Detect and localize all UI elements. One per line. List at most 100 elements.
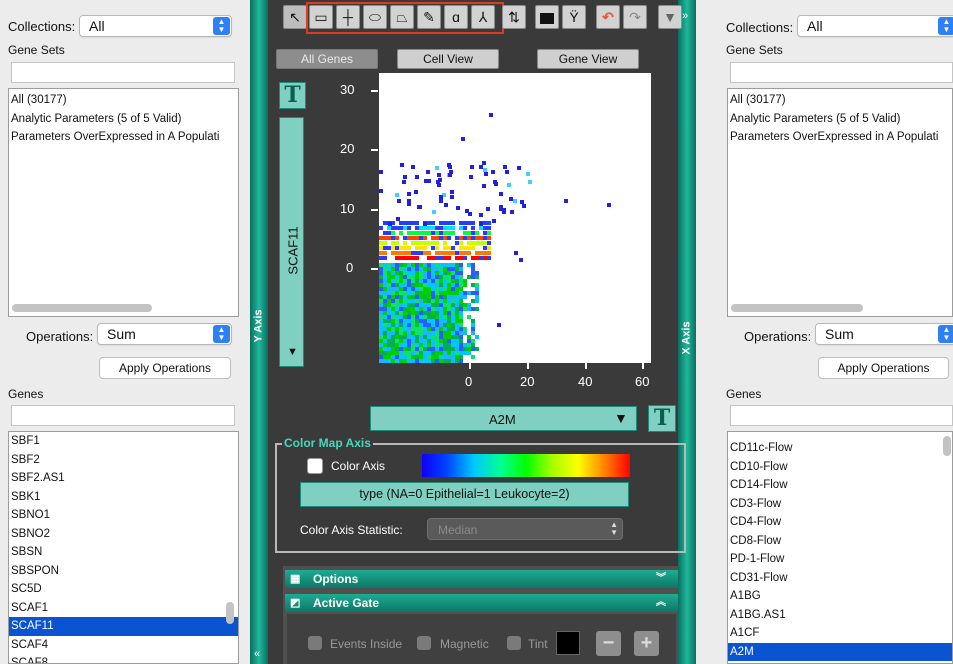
operations-select[interactable]: Sum ▲ ▼ (97, 323, 232, 345)
gene-list-item[interactable]: CD31-Flow (728, 569, 952, 588)
y-parameter-select[interactable]: SCAF11 ▼ (279, 117, 304, 367)
plot-cell (431, 331, 435, 335)
gene-sets-filter-input[interactable] (11, 62, 235, 83)
gene-list-item[interactable]: SBK1 (9, 488, 238, 507)
color-axis-checkbox[interactable] (307, 458, 323, 474)
apply-operations-button[interactable]: Apply Operations (818, 357, 949, 379)
x-parameter-select[interactable]: A2M ▼ (370, 406, 637, 431)
collapse-left-icon[interactable]: « (254, 648, 260, 660)
operations-select[interactable]: Sum ▲ ▼ (815, 323, 953, 345)
gene-list-item[interactable]: A2M (728, 642, 952, 661)
gene-list-item[interactable]: SCAF1 (9, 599, 238, 618)
gene-list-item[interactable]: CD10-Flow (728, 458, 952, 477)
gene-sets-filter-input[interactable] (730, 62, 953, 83)
active-gate-section-header[interactable]: ◩ Active Gate ︽ (285, 594, 678, 612)
gene-list-item[interactable]: SBSPON (9, 562, 238, 581)
genes-filter-input[interactable] (11, 405, 235, 426)
tint-checkbox[interactable] (507, 636, 521, 650)
black-rect-icon[interactable] (535, 5, 559, 29)
gene-list-item[interactable]: SCAF8 (9, 654, 238, 663)
sort-icon[interactable]: ⇅ (502, 5, 526, 29)
plot-cell (403, 347, 407, 351)
gene-list-item[interactable]: SBF1 (9, 432, 238, 451)
events-inside-checkbox[interactable] (308, 636, 322, 650)
apply-operations-button[interactable]: Apply Operations (99, 357, 231, 379)
options-section-header[interactable]: ▦ Options ︾ (285, 570, 678, 588)
y-title-toggle-button[interactable]: T (279, 82, 306, 109)
gene-list-item[interactable]: A1CF (728, 624, 952, 643)
gene-list-item[interactable]: CD11c-Flow (728, 439, 952, 458)
plot-cell (419, 271, 423, 275)
gene-list-item[interactable]: CD14-Flow (728, 476, 952, 495)
spider-gate-icon[interactable]: ⅄ (471, 5, 495, 29)
gene-list-item[interactable]: SCAF4 (9, 636, 238, 655)
gene-list-item[interactable]: SBNO2 (9, 525, 238, 544)
cell-view-button[interactable]: Cell View (397, 49, 499, 69)
split-icon[interactable]: Ÿ (562, 5, 586, 29)
gene-list-item[interactable]: SBNO1 (9, 506, 238, 525)
x-title-toggle-button[interactable]: T (648, 405, 676, 432)
arrow-tool-icon[interactable]: ↖ (283, 5, 307, 29)
gene-list-item[interactable]: SCAF11 (9, 617, 238, 636)
gene-list-item[interactable]: SBSN (9, 543, 238, 562)
gene-list-item[interactable]: CD3-Flow (728, 495, 952, 514)
plot-cell (479, 226, 483, 230)
gene-sets-hscrollbar[interactable] (731, 304, 863, 312)
quadrant-gate-icon[interactable]: ┼ (336, 5, 360, 29)
plot-cell (407, 351, 411, 355)
ellipse-gate-icon[interactable]: ⬭ (363, 5, 387, 29)
magnetic-checkbox[interactable] (417, 636, 431, 650)
plot-cell (383, 251, 387, 255)
tint-color-swatch[interactable] (556, 631, 580, 655)
plot-cell (407, 311, 411, 315)
remove-gate-button[interactable]: − (596, 631, 621, 656)
plot-cell (407, 335, 411, 339)
plot-cell (451, 275, 455, 279)
redo-icon[interactable]: ↷ (623, 5, 647, 29)
plot-cell (419, 343, 423, 347)
gene-set-item[interactable]: Analytic Parameters (5 of 5 Valid) (9, 110, 238, 129)
plot-cell (411, 311, 415, 315)
color-stat-select[interactable]: Median ▲ ▼ (427, 518, 623, 540)
gene-list-item[interactable]: CD8-Flow (728, 532, 952, 551)
gene-set-item[interactable]: Parameters OverExpressed in A Populati (728, 128, 952, 147)
x-axis-sidebar[interactable]: » X Axis (678, 0, 696, 664)
add-gate-button[interactable]: + (634, 631, 659, 656)
color-parameter-select[interactable]: type (NA=0 Epithelial=1 Leukocyte=2) (300, 482, 629, 507)
gene-set-item[interactable]: Parameters OverExpressed in A Populati (9, 128, 238, 147)
rectangle-gate-icon[interactable]: ▭ (309, 5, 333, 29)
gene-sets-hscrollbar[interactable] (12, 304, 152, 312)
collapse-right-icon[interactable]: » (682, 10, 688, 22)
collections-select[interactable]: All ▲ ▼ (797, 15, 953, 37)
gene-list-item[interactable]: PD-1-Flow (728, 550, 952, 569)
plot-cell (407, 359, 411, 363)
gene-list-item[interactable]: CD4-Flow (728, 513, 952, 532)
all-genes-button[interactable]: All Genes (276, 49, 378, 69)
gene-view-button[interactable]: Gene View (537, 49, 639, 69)
freehand-gate-icon[interactable]: ✎ (417, 5, 441, 29)
x-tick-label: 40 (578, 374, 593, 389)
plot-cell (471, 246, 475, 250)
genes-vscrollbar[interactable] (226, 602, 234, 624)
lasso-gate-icon[interactable]: ɑ (444, 5, 468, 29)
undo-icon[interactable]: ↶ (596, 5, 620, 29)
genes-filter-input[interactable] (730, 405, 953, 426)
y-axis-sidebar[interactable]: Y Axis « (250, 0, 268, 664)
gene-list-item[interactable]: SBF2.AS1 (9, 469, 238, 488)
plot-cell (522, 204, 526, 208)
gene-set-item[interactable]: All (30177) (9, 91, 238, 110)
polygon-gate-icon[interactable]: ⏢ (390, 5, 414, 29)
gene-list-item[interactable]: A1BG (728, 587, 952, 606)
plot-cell (379, 279, 383, 283)
collections-select[interactable]: All ▲ ▼ (79, 15, 232, 37)
gene-list-item[interactable]: A1BG.AS1 (728, 606, 952, 625)
gene-list-item[interactable]: SC5D (9, 580, 238, 599)
y-tick-mark (371, 90, 378, 92)
genes-vscrollbar[interactable] (943, 436, 951, 456)
gene-set-item[interactable]: Analytic Parameters (5 of 5 Valid) (728, 110, 952, 129)
gene-list-item[interactable]: SBF2 (9, 451, 238, 470)
plot-cell (455, 287, 459, 291)
scatter-plot[interactable] (379, 73, 651, 363)
dropdown-icon[interactable]: ▼ (658, 5, 682, 29)
gene-set-item[interactable]: All (30177) (728, 91, 952, 110)
